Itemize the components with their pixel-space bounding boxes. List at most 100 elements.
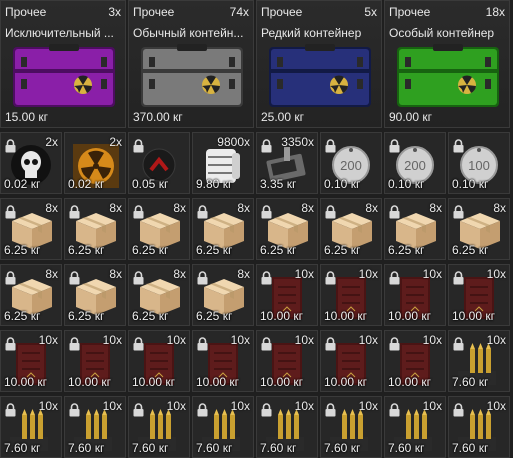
- item-quantity: 2x: [45, 135, 58, 149]
- item-weight: 6.25 кг: [4, 243, 41, 257]
- item-weight: 7.60 кг: [260, 441, 297, 455]
- lock-icon: [5, 139, 16, 158]
- item-slot[interactable]: 8x 6.25 кг: [192, 264, 254, 326]
- item-slot[interactable]: 8x 6.25 кг: [256, 198, 318, 260]
- lock-icon: [453, 271, 464, 290]
- item-slot[interactable]: 3350x 3.35 кг: [256, 132, 318, 194]
- item-quantity: 18x: [485, 5, 505, 19]
- dogtag-value: 200: [340, 158, 362, 173]
- item-quantity: 8x: [237, 201, 250, 215]
- item-quantity: 10x: [358, 267, 378, 281]
- lock-icon: [389, 139, 400, 158]
- item-slot[interactable]: 200 0.10 кг: [384, 132, 446, 194]
- item-quantity: 10x: [486, 399, 506, 413]
- item-quantity: 10x: [102, 399, 122, 413]
- item-slot[interactable]: 0.05 кг: [128, 132, 190, 194]
- item-slot[interactable]: 8x 6.25 кг: [0, 264, 62, 326]
- item-weight: 7.60 кг: [388, 441, 425, 455]
- container-slot[interactable]: Прочее 74x Обычный контейн... 370.00 кг: [128, 0, 254, 128]
- item-slot[interactable]: 8x 6.25 кг: [128, 264, 190, 326]
- item-weight: 25.00 кг: [261, 110, 304, 124]
- item-weight: 10.00 кг: [388, 309, 431, 323]
- item-weight: 10.00 кг: [260, 309, 303, 323]
- item-quantity: 10x: [38, 399, 58, 413]
- item-quantity: 10x: [294, 333, 314, 347]
- lock-icon: [453, 139, 464, 158]
- lock-icon: [5, 205, 16, 224]
- lock-icon: [133, 139, 144, 158]
- container-slot[interactable]: Прочее 3x Исключительный ... 15.00 кг: [0, 0, 126, 128]
- item-slot[interactable]: 10x 10.00 кг: [192, 330, 254, 392]
- dogtag-value: 200: [404, 158, 426, 173]
- item-slot[interactable]: 10x 7.60 кг: [320, 396, 382, 458]
- item-slot[interactable]: 8x 6.25 кг: [192, 198, 254, 260]
- item-weight: 6.25 кг: [132, 309, 169, 323]
- item-slot[interactable]: 10x 7.60 кг: [0, 396, 62, 458]
- item-slot[interactable]: 10x 10.00 кг: [384, 330, 446, 392]
- item-weight: 10.00 кг: [132, 375, 175, 389]
- container-slot[interactable]: Прочее 18x Особый контейнер 90.00 кг: [384, 0, 510, 128]
- item-weight: 10.00 кг: [4, 375, 47, 389]
- item-quantity: 10x: [230, 333, 250, 347]
- item-slot[interactable]: 10x 10.00 кг: [320, 330, 382, 392]
- lock-icon: [325, 205, 336, 224]
- item-slot[interactable]: 9800x 9.80 кг: [192, 132, 254, 194]
- item-slot[interactable]: 10x 10.00 кг: [448, 264, 510, 326]
- item-name: Исключительный ...: [5, 26, 114, 40]
- item-weight: 370.00 кг: [133, 110, 183, 124]
- item-slot[interactable]: 8x 6.25 кг: [64, 198, 126, 260]
- item-weight: 3.35 кг: [260, 177, 297, 191]
- item-quantity: 3x: [108, 5, 121, 19]
- item-slot[interactable]: 8x 6.25 кг: [320, 198, 382, 260]
- item-slot[interactable]: 10x 10.00 кг: [256, 330, 318, 392]
- item-slot[interactable]: 8x 6.25 кг: [0, 198, 62, 260]
- item-slot[interactable]: 10x 10.00 кг: [384, 264, 446, 326]
- container-slot[interactable]: Прочее 5x Редкий контейнер 25.00 кг: [256, 0, 382, 128]
- item-slot[interactable]: 10x 7.60 кг: [64, 396, 126, 458]
- item-slot[interactable]: 10x 7.60 кг: [448, 330, 510, 392]
- item-slot[interactable]: 10x 10.00 кг: [64, 330, 126, 392]
- item-quantity: 10x: [422, 399, 442, 413]
- lock-icon: [261, 403, 272, 422]
- lock-icon: [197, 271, 208, 290]
- dogtag-value: 100: [468, 158, 490, 173]
- item-slot[interactable]: 10x 10.00 кг: [256, 264, 318, 326]
- item-slot[interactable]: 10x 7.60 кг: [256, 396, 318, 458]
- item-quantity: 8x: [493, 201, 506, 215]
- item-slot[interactable]: 10x 7.60 кг: [128, 396, 190, 458]
- item-slot[interactable]: 10x 7.60 кг: [192, 396, 254, 458]
- lock-icon: [197, 337, 208, 356]
- container-case-icon: [267, 43, 373, 114]
- lock-icon: [69, 403, 80, 422]
- item-quantity: 8x: [109, 267, 122, 281]
- lock-icon: [5, 271, 16, 290]
- lock-icon: [389, 271, 400, 290]
- item-weight: 6.25 кг: [196, 243, 233, 257]
- item-quantity: 9800x: [217, 135, 250, 149]
- lock-icon: [389, 337, 400, 356]
- item-quantity: 2x: [109, 135, 122, 149]
- lock-icon: [325, 139, 336, 158]
- item-slot[interactable]: 8x 6.25 кг: [448, 198, 510, 260]
- item-slot[interactable]: 2x 0.02 кг: [0, 132, 62, 194]
- lock-icon: [261, 271, 272, 290]
- item-slot[interactable]: 2x 0.02 кг: [64, 132, 126, 194]
- item-slot[interactable]: 8x 6.25 кг: [128, 198, 190, 260]
- item-slot[interactable]: 10x 7.60 кг: [384, 396, 446, 458]
- item-slot[interactable]: 8x 6.25 кг: [64, 264, 126, 326]
- item-quantity: 10x: [294, 399, 314, 413]
- item-slot[interactable]: 8x 6.25 кг: [384, 198, 446, 260]
- item-category: Прочее: [133, 5, 175, 19]
- item-weight: 0.10 кг: [388, 177, 425, 191]
- item-quantity: 74x: [229, 5, 249, 19]
- item-slot[interactable]: 100 0.10 кг: [448, 132, 510, 194]
- item-slot[interactable]: 10x 10.00 кг: [128, 330, 190, 392]
- lock-icon: [69, 205, 80, 224]
- item-slot[interactable]: 10x 10.00 кг: [320, 264, 382, 326]
- lock-icon: [453, 403, 464, 422]
- item-slot[interactable]: 10x 7.60 кг: [448, 396, 510, 458]
- lock-icon: [325, 337, 336, 356]
- item-weight: 10.00 кг: [388, 375, 431, 389]
- item-slot[interactable]: 200 0.10 кг: [320, 132, 382, 194]
- item-slot[interactable]: 10x 10.00 кг: [0, 330, 62, 392]
